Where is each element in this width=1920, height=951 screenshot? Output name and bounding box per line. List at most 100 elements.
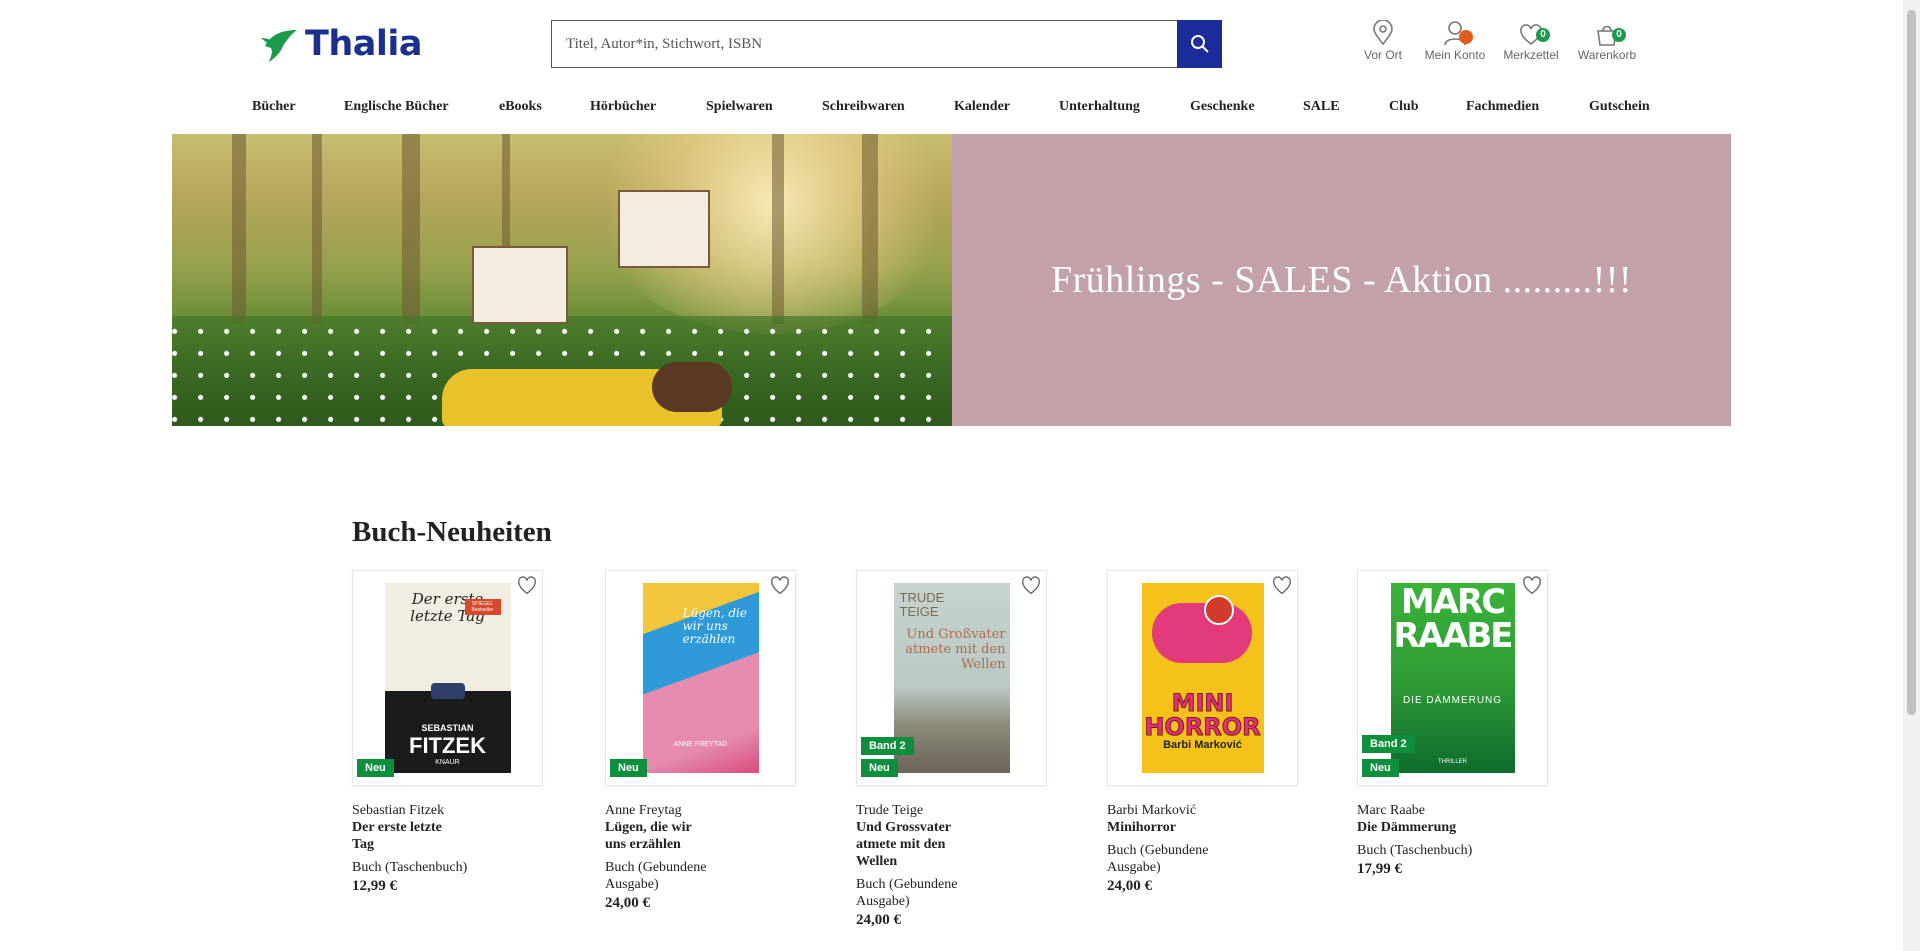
- account-link[interactable]: Mein Konto: [1415, 18, 1495, 62]
- cover-author-first: SEBASTIAN: [421, 723, 474, 733]
- book-cover: Lügen, die wir uns erzählen ANNE FREYTAG: [642, 583, 759, 773]
- banner-photo-reading-in-meadow: [172, 134, 952, 426]
- nav-item-sale[interactable]: SALE: [1303, 99, 1340, 115]
- product-price: 17,99 €: [1357, 861, 1402, 877]
- page-scrollbar[interactable]: [1903, 0, 1920, 951]
- nav-item-club[interactable]: Club: [1389, 99, 1419, 115]
- product-title[interactable]: Lügen, die wir uns erzählen: [605, 819, 715, 853]
- cart-count-badge: 0: [1612, 28, 1626, 42]
- nav-item-hoerbuecher[interactable]: Hörbücher: [590, 99, 656, 115]
- cover-title-text: MINI HORROR: [1144, 689, 1261, 741]
- search-bar: [551, 20, 1222, 68]
- cover-author-last: FITZEK: [409, 733, 486, 758]
- series-tag: Band 2: [861, 737, 914, 755]
- promo-banner[interactable]: Frühlings - SALES - Aktion .........!!!: [172, 134, 1731, 426]
- product-author[interactable]: Marc Raabe: [1357, 802, 1562, 819]
- cover-author: TRUDE TEIGE: [899, 590, 945, 619]
- product-image-box[interactable]: MARC RAABE DIE DÄMMERUNG THRILLER Band 2…: [1357, 570, 1548, 786]
- main-navigation: Bücher Englische Bücher eBooks Hörbücher…: [0, 99, 1920, 123]
- new-tag: Neu: [357, 759, 394, 777]
- store-locator-link[interactable]: Vor Ort: [1343, 18, 1423, 62]
- banner-text-panel: Frühlings - SALES - Aktion .........!!!: [952, 134, 1731, 426]
- book-cover: MINI HORROR Barbi Marković: [1141, 583, 1264, 773]
- search-button[interactable]: [1177, 20, 1222, 68]
- product-card[interactable]: MARC RAABE DIE DÄMMERUNG THRILLER Band 2…: [1357, 570, 1562, 878]
- product-card[interactable]: Der erste letzte Tag SPIEGEL Bestseller …: [352, 570, 557, 895]
- cover-title-text: DIE DÄMMERUNG: [1402, 695, 1503, 706]
- product-format: Buch (Taschenbuch): [352, 860, 468, 875]
- location-icon: [1373, 20, 1393, 46]
- product-card[interactable]: MINI HORROR Barbi Marković Barbi Markovi…: [1107, 570, 1312, 895]
- cover-genre: THRILLER: [1437, 759, 1467, 765]
- search-input[interactable]: [551, 20, 1177, 68]
- cover-title-text: Und Großvater atmete mit den Wellen: [905, 627, 1006, 672]
- product-format: Buch (Gebundene Ausgabe): [605, 860, 707, 892]
- account-status-dot: [1459, 30, 1473, 44]
- cover-title-text: Lügen, die wir uns erzählen: [682, 606, 747, 646]
- banner-headline: Frühlings - SALES - Aktion .........!!!: [1050, 259, 1633, 301]
- nav-item-kalender[interactable]: Kalender: [954, 99, 1010, 115]
- product-format: Buch (Gebundene Ausgabe): [1107, 843, 1209, 875]
- cart-label: Warenkorb: [1577, 48, 1637, 62]
- nav-item-buecher[interactable]: Bücher: [252, 99, 296, 115]
- section-title: Buch-Neuheiten: [352, 516, 552, 548]
- book-cover: Der erste letzte Tag SPIEGEL Bestseller …: [384, 583, 511, 773]
- heart-icon[interactable]: [769, 575, 791, 597]
- product-card[interactable]: Lügen, die wir uns erzählen ANNE FREYTAG…: [605, 570, 810, 912]
- location-label: Vor Ort: [1363, 48, 1402, 62]
- product-title[interactable]: Minihorror: [1107, 819, 1217, 836]
- product-image-box[interactable]: Der erste letzte Tag SPIEGEL Bestseller …: [352, 570, 543, 786]
- product-price: 12,99 €: [352, 878, 397, 894]
- product-image-box[interactable]: Lügen, die wir uns erzählen ANNE FREYTAG…: [605, 570, 796, 786]
- series-tag: Band 2: [1362, 735, 1415, 753]
- nav-item-spielwaren[interactable]: Spielwaren: [706, 99, 773, 115]
- nav-item-fachmedien[interactable]: Fachmedien: [1466, 99, 1539, 115]
- product-author[interactable]: Anne Freytag: [605, 802, 810, 819]
- heart-icon[interactable]: [1020, 575, 1042, 597]
- product-format: Buch (Taschenbuch): [1357, 843, 1473, 858]
- cover-author-first: MARC: [1400, 583, 1506, 622]
- new-tag: Neu: [861, 759, 898, 777]
- product-author[interactable]: Barbi Marković: [1107, 802, 1312, 819]
- product-format: Buch (Gebundene Ausgabe): [856, 877, 958, 909]
- nav-item-englische-buecher[interactable]: Englische Bücher: [344, 99, 449, 115]
- cover-publisher: KNAUR: [435, 759, 460, 766]
- heart-icon[interactable]: [1521, 575, 1543, 597]
- open-book-image: [472, 246, 568, 324]
- product-card[interactable]: TRUDE TEIGE Und Großvater atmete mit den…: [856, 570, 1061, 929]
- cart-link[interactable]: 0 Warenkorb: [1567, 18, 1647, 62]
- leaf-bird-icon: [261, 30, 297, 62]
- product-title[interactable]: Der erste letzte Tag: [352, 819, 462, 853]
- logo-text: Thalia: [305, 24, 423, 64]
- product-author[interactable]: Sebastian Fitzek: [352, 802, 557, 819]
- cover-sticker: SPIEGEL Bestseller: [464, 599, 501, 615]
- nav-item-schreibwaren[interactable]: Schreibwaren: [822, 99, 905, 115]
- product-title[interactable]: Die Dämmerung: [1357, 819, 1467, 836]
- scrollbar-thumb[interactable]: [1907, 10, 1916, 715]
- wishlist-label: Merkzettel: [1503, 48, 1559, 62]
- nav-item-unterhaltung[interactable]: Unterhaltung: [1059, 99, 1140, 115]
- nav-item-geschenke[interactable]: Geschenke: [1190, 99, 1255, 115]
- wishlist-count-badge: 0: [1536, 28, 1550, 42]
- product-title[interactable]: Und Grossvater atmete mit den Wellen: [856, 819, 966, 870]
- cover-author: ANNE FREYTAG: [673, 741, 728, 748]
- thalia-logo[interactable]: Thalia: [259, 22, 423, 66]
- heart-icon[interactable]: [516, 575, 538, 597]
- product-author[interactable]: Trude Teige: [856, 802, 1061, 819]
- wishlist-link[interactable]: 0 Merkzettel: [1491, 18, 1571, 62]
- nav-item-ebooks[interactable]: eBooks: [499, 99, 542, 115]
- cover-author: Barbi Marković: [1163, 739, 1242, 751]
- account-label: Mein Konto: [1424, 48, 1486, 62]
- product-price: 24,00 €: [856, 912, 901, 928]
- heart-icon[interactable]: [1271, 575, 1293, 597]
- product-price: 24,00 €: [1107, 878, 1152, 894]
- nav-item-gutschein[interactable]: Gutschein: [1589, 99, 1650, 115]
- product-price: 24,00 €: [605, 895, 650, 911]
- open-book-image: [618, 190, 710, 268]
- new-tag: Neu: [1362, 759, 1399, 777]
- cover-author-last: RAABE: [1393, 616, 1514, 656]
- product-image-box[interactable]: MINI HORROR Barbi Marković: [1107, 570, 1298, 786]
- new-tag: Neu: [610, 759, 647, 777]
- product-image-box[interactable]: TRUDE TEIGE Und Großvater atmete mit den…: [856, 570, 1047, 786]
- search-icon: [1190, 35, 1209, 53]
